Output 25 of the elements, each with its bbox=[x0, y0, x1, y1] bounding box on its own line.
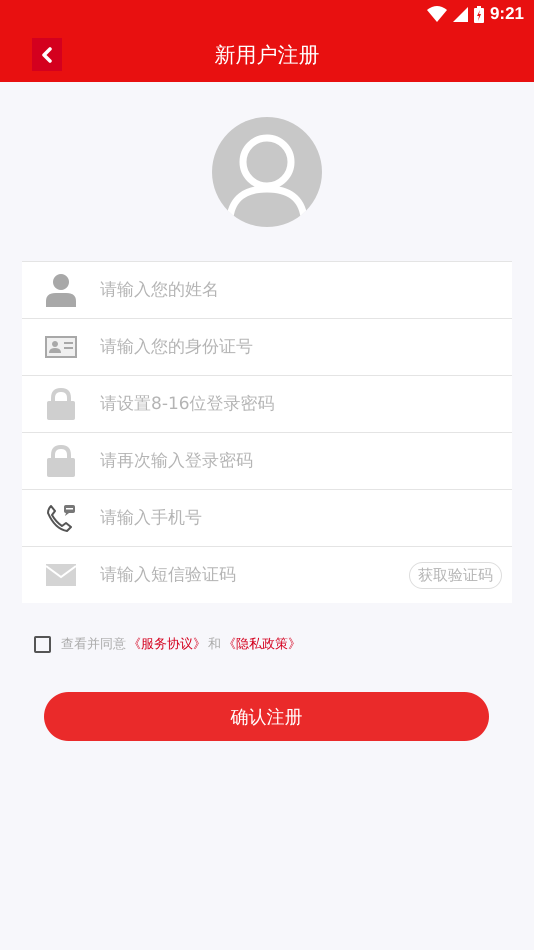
phone-icon bbox=[45, 503, 77, 533]
signal-icon bbox=[452, 6, 468, 22]
agreement-text: 查看并同意 bbox=[61, 636, 126, 653]
status-time: 9:21 bbox=[490, 4, 524, 24]
input-field[interactable]: 请再次输入登录密码 bbox=[100, 451, 502, 471]
chevron-left-icon bbox=[41, 46, 53, 64]
wifi-icon bbox=[426, 6, 447, 22]
back-button[interactable] bbox=[32, 38, 62, 71]
person-icon bbox=[46, 273, 76, 307]
id-card-icon bbox=[45, 336, 77, 358]
agreement-text: 和 bbox=[208, 636, 221, 653]
envelope-icon bbox=[46, 564, 76, 586]
input-field[interactable]: 请输入手机号 bbox=[100, 508, 502, 528]
page-title: 新用户注册 bbox=[214, 42, 320, 69]
submit-button[interactable]: 确认注册 bbox=[44, 692, 489, 741]
agreement-link[interactable]: 《服务协议》 bbox=[128, 635, 206, 653]
input-field[interactable]: 请输入您的姓名 bbox=[100, 280, 502, 300]
input-field[interactable]: 请输入短信验证码 bbox=[100, 565, 409, 585]
battery-icon bbox=[474, 6, 484, 22]
agreement-link[interactable]: 《隐私政策》 bbox=[223, 635, 301, 653]
checkbox[interactable] bbox=[34, 636, 51, 652]
padlock-icon bbox=[46, 445, 76, 477]
padlock-icon bbox=[46, 388, 76, 420]
input-field[interactable]: 请设置8-16位登录密码 bbox=[100, 394, 502, 414]
input-field[interactable]: 请输入您的身份证号 bbox=[100, 337, 502, 357]
